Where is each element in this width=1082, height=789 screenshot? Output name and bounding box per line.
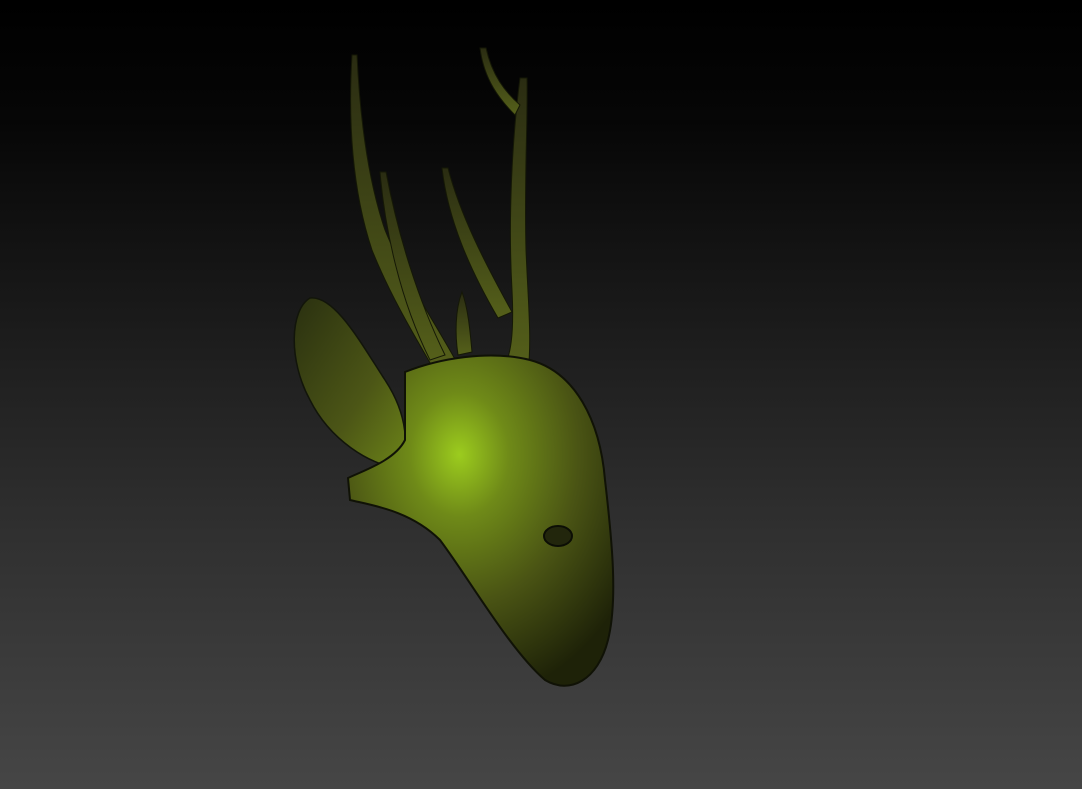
3d-viewport[interactable]: [0, 0, 1082, 789]
antler-left-main: [350, 54, 463, 381]
deer-head-model[interactable]: [0, 0, 1082, 789]
antler-right-main: [498, 77, 531, 373]
antler-small-spike: [455, 290, 473, 356]
antler-right-tine: [479, 47, 521, 116]
antler-right-branch: [441, 167, 513, 319]
ear: [293, 297, 406, 469]
eye: [543, 525, 573, 547]
antlers: [350, 47, 531, 381]
